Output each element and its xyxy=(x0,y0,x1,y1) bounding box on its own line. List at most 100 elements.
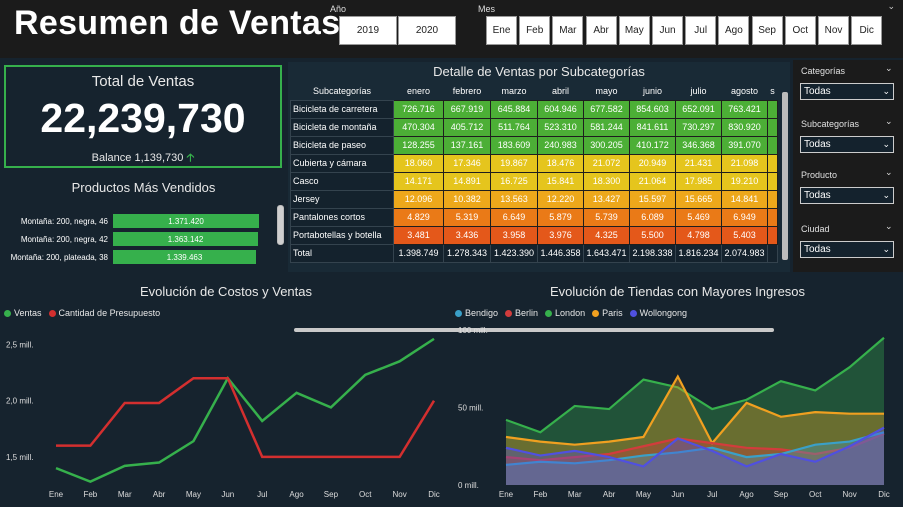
month-option-0[interactable]: Ene xyxy=(486,16,517,45)
x-tick-label: Feb xyxy=(533,490,547,499)
month-option-10[interactable]: Nov xyxy=(818,16,849,45)
table-cell xyxy=(767,207,778,227)
chevron-down-icon[interactable]: ⌄ xyxy=(885,117,893,127)
month-option-4[interactable]: May xyxy=(618,16,650,45)
product-bar: 1.339.463 xyxy=(113,250,256,264)
table-cell: 3.958 xyxy=(490,225,538,245)
x-tick-label: Sep xyxy=(774,490,789,499)
column-header[interactable]: enero xyxy=(394,82,444,100)
row-label[interactable]: Bicicleta de paseo xyxy=(290,135,394,155)
legend-item[interactable]: Wollongong xyxy=(629,308,687,318)
column-header[interactable]: marzo xyxy=(491,82,538,100)
row-label[interactable]: Bicicleta de montaña xyxy=(290,117,394,137)
table-cell: 6.089 xyxy=(629,207,676,227)
product-row[interactable]: Montaña: 200, negra, 46 1.371.420 xyxy=(0,214,290,230)
filter-dropdown[interactable]: Todas ⌄ xyxy=(800,83,894,100)
table-cell xyxy=(767,153,778,173)
table-cell: 511.764 xyxy=(490,117,538,137)
column-header[interactable]: mayo xyxy=(584,82,630,100)
table-cell: 12.096 xyxy=(393,189,444,209)
product-label: Montaña: 200, plateada, 38 xyxy=(10,253,108,262)
table-cell: 523.310 xyxy=(537,117,584,137)
series-line-cantidad-de-presupuesto[interactable] xyxy=(56,376,436,459)
x-tick-label: Abr xyxy=(153,490,166,499)
legend-item[interactable]: Cantidad de Presupuesto xyxy=(48,308,160,318)
legend-item[interactable]: London xyxy=(545,308,585,318)
row-label[interactable]: Bicicleta de carretera xyxy=(290,99,394,119)
filter-dropdown[interactable]: Todas ⌄ xyxy=(800,187,894,204)
legend-item[interactable]: Bendigo xyxy=(455,308,498,318)
table-cell: 5.403 xyxy=(721,225,768,245)
table-cell: 21.098 xyxy=(721,153,768,173)
y-tick-label: 2,0 mill. xyxy=(6,397,34,406)
table-cell: 5.469 xyxy=(675,207,722,227)
product-row[interactable]: Montaña: 200, negra, 42 1.363.142 xyxy=(0,232,290,248)
total-cell: 1.816.234 xyxy=(675,243,722,263)
legend-item[interactable]: Paris xyxy=(592,308,623,318)
column-header[interactable]: s xyxy=(768,82,778,100)
table-row: Pantalones cortos 4.829 5.319 6.649 5.879 5.7… xyxy=(290,207,778,227)
filter-value: Todas xyxy=(804,139,831,150)
filter-value: Todas xyxy=(804,190,831,201)
legend-label: Paris xyxy=(602,308,623,318)
legend-item[interactable]: Ventas xyxy=(4,308,42,318)
table-cell: 18.300 xyxy=(583,171,630,191)
column-header[interactable]: julio xyxy=(676,82,722,100)
chevron-down-icon[interactable]: ⌄ xyxy=(885,168,893,178)
products-scrollbar[interactable] xyxy=(277,205,284,245)
row-label[interactable]: Pantalones cortos xyxy=(290,207,394,227)
table-cell: 581.244 xyxy=(583,117,630,137)
row-label[interactable]: Jersey xyxy=(290,189,394,209)
x-tick-label: May xyxy=(186,490,201,499)
filter-dropdown[interactable]: Todas ⌄ xyxy=(800,136,894,153)
month-option-5[interactable]: Jun xyxy=(652,16,683,45)
table-cell: 5.879 xyxy=(537,207,584,227)
detail-matrix: Subcategorías enero febrero marzo abril mayo j… xyxy=(290,82,778,263)
month-option-11[interactable]: Dic xyxy=(851,16,883,45)
year-option-0[interactable]: 2019 xyxy=(339,16,397,45)
month-option-6[interactable]: Jul xyxy=(685,16,717,45)
table-cell: 20.949 xyxy=(629,153,676,173)
month-option-9[interactable]: Oct xyxy=(784,16,816,45)
legend-item[interactable]: Berlin xyxy=(505,308,538,318)
month-option-3[interactable]: Abr xyxy=(585,16,617,45)
column-header[interactable]: abril xyxy=(538,82,584,100)
filter-dropdown[interactable]: Todas ⌄ xyxy=(800,241,894,258)
legend-swatch xyxy=(592,309,600,317)
month-option-8[interactable]: Sep xyxy=(751,16,783,45)
costs-sales-legend: Ventas Cantidad de Presupuesto xyxy=(4,308,167,318)
chevron-down-icon[interactable]: ⌄ xyxy=(887,2,895,12)
row-label[interactable]: Cubierta y cámara xyxy=(290,153,394,173)
product-row[interactable]: Montaña: 200, plateada, 38 1.339.463 xyxy=(0,250,290,266)
kpi-balance-text: Balance 1,139,730 xyxy=(91,152,184,164)
row-label[interactable]: Portabotellas y botella xyxy=(290,225,394,245)
table-cell: 346.368 xyxy=(675,135,722,155)
row-label[interactable]: Casco xyxy=(290,171,394,191)
table-cell: 604.946 xyxy=(537,99,584,119)
month-option-2[interactable]: Mar xyxy=(552,16,584,45)
table-cell: 16.725 xyxy=(490,171,538,191)
top-products-list: Montaña: 200, negra, 46 1.371.420 Montaña:… xyxy=(0,214,290,266)
chevron-down-icon[interactable]: ⌄ xyxy=(885,64,893,74)
row-header[interactable]: Subcategorías xyxy=(291,82,394,100)
column-header[interactable]: febrero xyxy=(444,82,491,100)
series-line-ventas[interactable] xyxy=(55,337,435,483)
table-cell: 14.841 xyxy=(721,189,768,209)
chevron-down-icon[interactable]: ⌄ xyxy=(885,222,893,232)
legend-swatch xyxy=(455,309,462,317)
table-vertical-scrollbar[interactable] xyxy=(782,92,788,260)
x-tick-label: Mar xyxy=(568,490,582,499)
total-cell xyxy=(767,243,778,263)
year-option-1[interactable]: 2020 xyxy=(398,16,456,45)
x-tick-label: Mar xyxy=(118,490,132,499)
x-tick-label: Feb xyxy=(83,490,97,499)
month-option-7[interactable]: Ago xyxy=(718,16,750,45)
x-tick-label: Ago xyxy=(289,490,304,499)
x-tick-label: Abr xyxy=(603,490,616,499)
table-cell: 21.431 xyxy=(675,153,722,173)
table-cell: 730.297 xyxy=(675,117,722,137)
column-header[interactable]: agosto xyxy=(722,82,768,100)
stores-chart-title: Evolución de Tiendas con Mayores Ingreso… xyxy=(549,284,806,299)
column-header[interactable]: junio xyxy=(630,82,676,100)
month-option-1[interactable]: Feb xyxy=(519,16,551,45)
